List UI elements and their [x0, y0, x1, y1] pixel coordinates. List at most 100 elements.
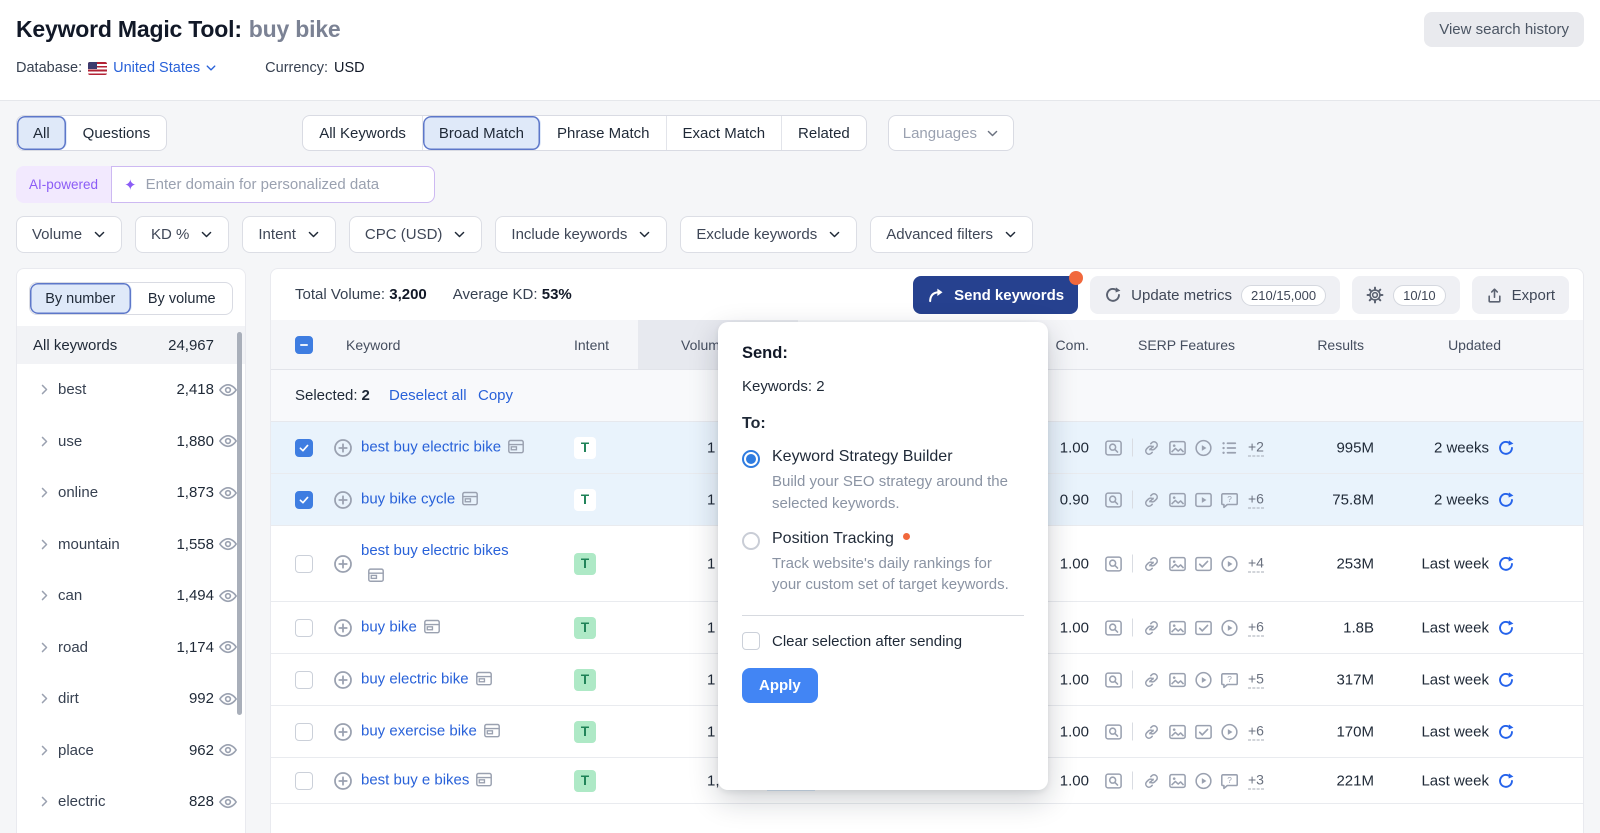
- row-checkbox[interactable]: [295, 555, 313, 573]
- keyword-link[interactable]: buy exercise bike: [361, 722, 477, 739]
- filter-exclude-keywords[interactable]: Exclude keywords: [680, 216, 857, 253]
- tab-all[interactable]: All: [17, 116, 67, 150]
- copy-link[interactable]: Copy: [478, 370, 513, 422]
- eye-icon[interactable]: [218, 380, 238, 400]
- column-header-updated[interactable]: Updated: [1391, 320, 1501, 370]
- refresh-keyword-icon[interactable]: [1497, 619, 1515, 637]
- column-header-results[interactable]: Results: [1261, 320, 1364, 370]
- eye-icon[interactable]: [218, 586, 238, 606]
- send-option-keyword-strategy-builder[interactable]: Keyword Strategy BuilderBuild your SEO s…: [742, 448, 1024, 515]
- clear-selection-checkbox[interactable]: [742, 632, 760, 650]
- refresh-keyword-icon[interactable]: [1497, 772, 1515, 790]
- sidebar-item-mountain[interactable]: mountain1,558: [17, 519, 245, 571]
- all-keywords-row[interactable]: All keywords 24,967: [17, 326, 245, 364]
- column-header-serp-features[interactable]: SERP Features: [1138, 320, 1235, 370]
- filter-include-keywords[interactable]: Include keywords: [495, 216, 667, 253]
- sidebar-item-online[interactable]: online1,873: [17, 467, 245, 519]
- metrics-settings-button[interactable]: 10/10: [1352, 276, 1460, 314]
- keyword-link[interactable]: buy bike cycle: [361, 490, 455, 507]
- row-checkbox[interactable]: [295, 439, 313, 457]
- filter-cpc-usd[interactable]: CPC (USD): [349, 216, 483, 253]
- sidebar-toggle-by-number[interactable]: By number: [30, 283, 132, 314]
- sidebar-item-dirt[interactable]: dirt992: [17, 673, 245, 725]
- sidebar-item-best[interactable]: best2,418: [17, 364, 245, 416]
- eye-icon[interactable]: [218, 792, 238, 812]
- results-value: 1.8B: [1271, 619, 1374, 636]
- eye-icon[interactable]: [218, 431, 238, 451]
- row-checkbox[interactable]: [295, 619, 313, 637]
- eye-icon[interactable]: [218, 689, 238, 709]
- eye-icon[interactable]: [218, 740, 238, 760]
- refresh-keyword-icon[interactable]: [1497, 491, 1515, 509]
- tab-related[interactable]: Related: [782, 116, 866, 150]
- add-keyword-icon[interactable]: [333, 618, 353, 638]
- serp-more-link[interactable]: +6: [1248, 619, 1264, 637]
- languages-dropdown[interactable]: Languages: [888, 115, 1014, 151]
- update-metrics-button[interactable]: Update metrics 210/15,000: [1090, 276, 1340, 314]
- apply-button[interactable]: Apply: [742, 668, 818, 703]
- add-keyword-icon[interactable]: [333, 670, 353, 690]
- clear-selection-option[interactable]: Clear selection after sending: [742, 632, 1024, 650]
- refresh-keyword-icon[interactable]: [1497, 723, 1515, 741]
- column-header-keyword[interactable]: Keyword: [346, 320, 400, 370]
- eye-icon[interactable]: [218, 483, 238, 503]
- select-all-checkbox[interactable]: [295, 336, 313, 354]
- keyword-link[interactable]: best buy electric bikes: [361, 542, 509, 559]
- serp-link-icon: [1142, 438, 1161, 457]
- keyword-link[interactable]: buy electric bike: [361, 670, 469, 687]
- tab-all-keywords[interactable]: All Keywords: [303, 116, 423, 150]
- tab-broad-match[interactable]: Broad Match: [423, 116, 541, 150]
- database-value-link[interactable]: United States: [113, 60, 217, 76]
- row-checkbox[interactable]: [295, 723, 313, 741]
- keyword-group-label: road: [58, 639, 88, 656]
- serp-more-link[interactable]: +5: [1248, 671, 1264, 689]
- serp-more-link[interactable]: +6: [1248, 491, 1264, 509]
- keyword-link[interactable]: buy bike: [361, 618, 417, 635]
- filter-intent[interactable]: Intent: [242, 216, 336, 253]
- sidebar-item-electric[interactable]: electric828: [17, 776, 245, 828]
- filter-volume[interactable]: Volume: [16, 216, 122, 253]
- sidebar-item-road[interactable]: road1,174: [17, 622, 245, 674]
- export-button[interactable]: Export: [1472, 276, 1569, 314]
- chevron-right-icon: [38, 383, 51, 396]
- refresh-keyword-icon[interactable]: [1497, 439, 1515, 457]
- tab-phrase-match[interactable]: Phrase Match: [541, 116, 667, 150]
- tab-questions[interactable]: Questions: [67, 116, 167, 150]
- deselect-all-link[interactable]: Deselect all: [389, 370, 467, 422]
- row-checkbox[interactable]: [295, 491, 313, 509]
- column-header-intent[interactable]: Intent: [574, 320, 609, 370]
- send-option-position-tracking[interactable]: Position TrackingTrack website's daily r…: [742, 530, 1024, 597]
- sidebar-toggle-by-volume[interactable]: By volume: [132, 283, 233, 314]
- add-keyword-icon[interactable]: [333, 771, 353, 791]
- keyword-link[interactable]: best buy electric bike: [361, 438, 501, 455]
- serp-more-link[interactable]: +2: [1248, 439, 1264, 457]
- sidebar-item-place[interactable]: place962: [17, 725, 245, 777]
- serp-more-link[interactable]: +4: [1248, 555, 1264, 573]
- view-search-history-button[interactable]: View search history: [1424, 12, 1584, 47]
- domain-input[interactable]: [146, 176, 422, 193]
- add-keyword-icon[interactable]: [333, 490, 353, 510]
- sidebar-item-can[interactable]: can1,494: [17, 570, 245, 622]
- add-keyword-icon[interactable]: [333, 438, 353, 458]
- keyword-link[interactable]: best buy e bikes: [361, 771, 469, 788]
- serp-more-link[interactable]: +3: [1248, 772, 1264, 790]
- sidebar-scrollbar[interactable]: [237, 332, 242, 715]
- add-keyword-icon[interactable]: [333, 722, 353, 742]
- serp-more-link[interactable]: +6: [1248, 723, 1264, 741]
- database-selector[interactable]: Database: United States: [16, 60, 217, 76]
- row-checkbox[interactable]: [295, 772, 313, 790]
- filter-advanced-filters[interactable]: Advanced filters: [870, 216, 1033, 253]
- refresh-keyword-icon[interactable]: [1497, 555, 1515, 573]
- filter-kd[interactable]: KD %: [135, 216, 229, 253]
- eye-icon[interactable]: [218, 637, 238, 657]
- us-flag-icon: [88, 62, 107, 75]
- sidebar-item-use[interactable]: use1,880: [17, 416, 245, 468]
- radio-position-tracking[interactable]: [742, 532, 760, 550]
- eye-icon[interactable]: [218, 534, 238, 554]
- refresh-keyword-icon[interactable]: [1497, 671, 1515, 689]
- radio-keyword-strategy-builder[interactable]: [742, 450, 760, 468]
- add-keyword-icon[interactable]: [333, 554, 353, 574]
- row-checkbox[interactable]: [295, 671, 313, 689]
- tab-exact-match[interactable]: Exact Match: [667, 116, 783, 150]
- send-keywords-button[interactable]: Send keywords: [913, 276, 1078, 314]
